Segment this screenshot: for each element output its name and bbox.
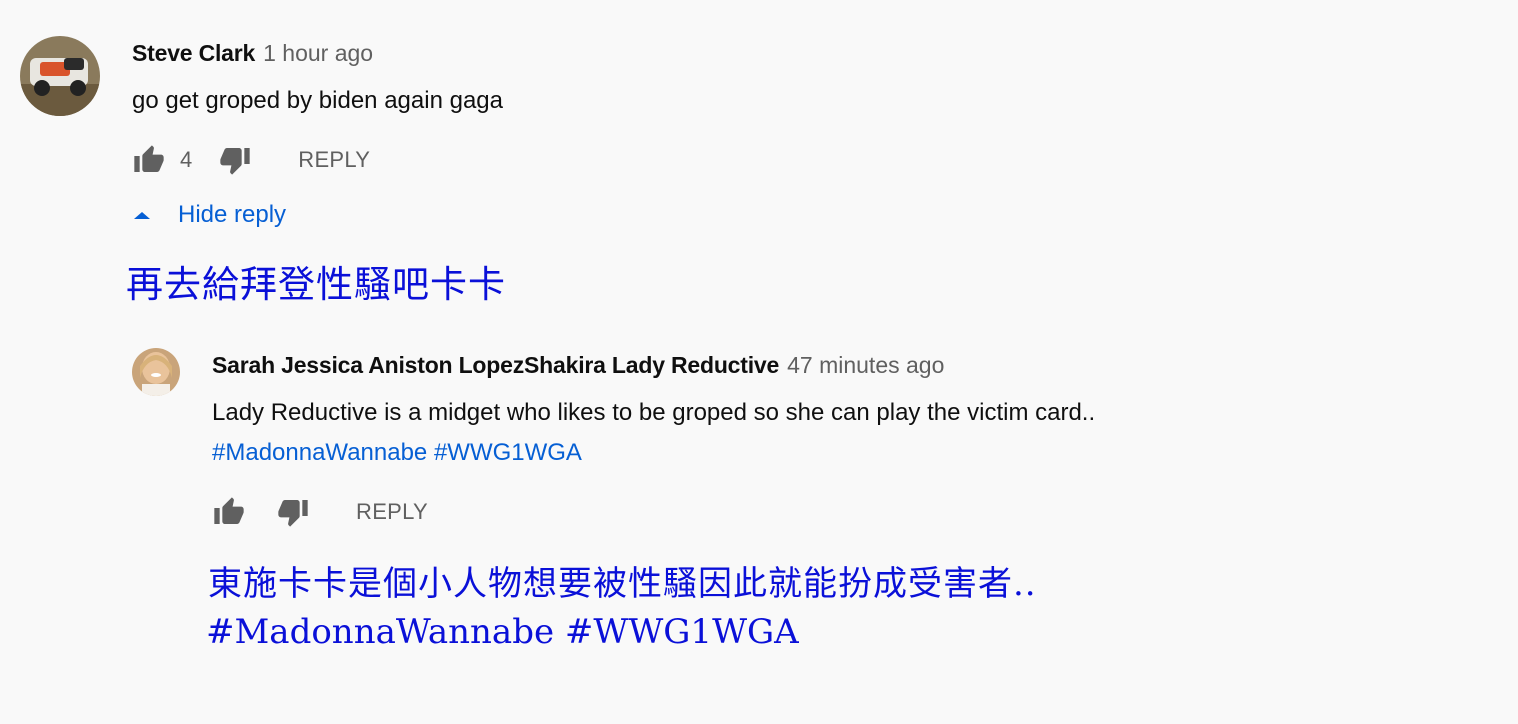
translation-text-1: 再去給拜登性騷吧卡卡 [126, 263, 506, 306]
thumbs-down-icon [220, 148, 250, 175]
reply-hashtags[interactable]: #MadonnaWannabe #WWG1WGA [212, 433, 582, 473]
thumbs-up-icon [134, 145, 164, 172]
caret-up-icon [134, 212, 150, 219]
comments-section: Steve Clark 1 hour ago go get groped by b… [0, 0, 1518, 724]
hide-reply-label: Hide reply [178, 201, 287, 228]
reply-author-avatar[interactable] [132, 348, 180, 396]
reply-actions: REPLY [212, 492, 428, 532]
commenter-avatar[interactable] [20, 36, 100, 116]
comment-timestamp[interactable]: 1 hour ago [263, 40, 373, 66]
comment-author[interactable]: Steve Clark [132, 40, 255, 66]
like-count: 4 [180, 147, 193, 172]
translation-text-2-line1: 東施卡卡是個小人物想要被性騷因此就能扮成受害者.. [208, 564, 1037, 604]
translation-text-2-line2: #MadonnaWannabe #WWG1WGA [206, 612, 799, 652]
hide-reply-toggle[interactable]: Hide reply [132, 201, 286, 229]
woman-photo-avatar-icon [132, 348, 180, 396]
truck-photo-avatar-icon [20, 36, 100, 116]
dislike-button[interactable] [218, 143, 252, 177]
comment-actions: 4 REPLY [132, 140, 370, 180]
thumbs-down-icon [278, 500, 308, 527]
reply-header: Sarah Jessica Aniston LopezShakira Lady … [212, 350, 944, 380]
thumbs-up-icon [214, 497, 244, 524]
reply-dislike-button[interactable] [276, 495, 310, 529]
comment-text: go get groped by biden again gaga [132, 87, 503, 114]
reply-text: Lady Reductive is a midget who likes to … [212, 399, 1096, 426]
reply-button[interactable]: REPLY [298, 147, 370, 173]
reply-author[interactable]: Sarah Jessica Aniston LopezShakira Lady … [212, 352, 779, 378]
comment-header: Steve Clark 1 hour ago [132, 38, 373, 68]
reply-reply-button[interactable]: REPLY [356, 499, 428, 525]
reply-timestamp[interactable]: 47 minutes ago [787, 352, 944, 378]
reply-like-button[interactable] [212, 495, 246, 529]
like-button[interactable] [132, 143, 166, 177]
